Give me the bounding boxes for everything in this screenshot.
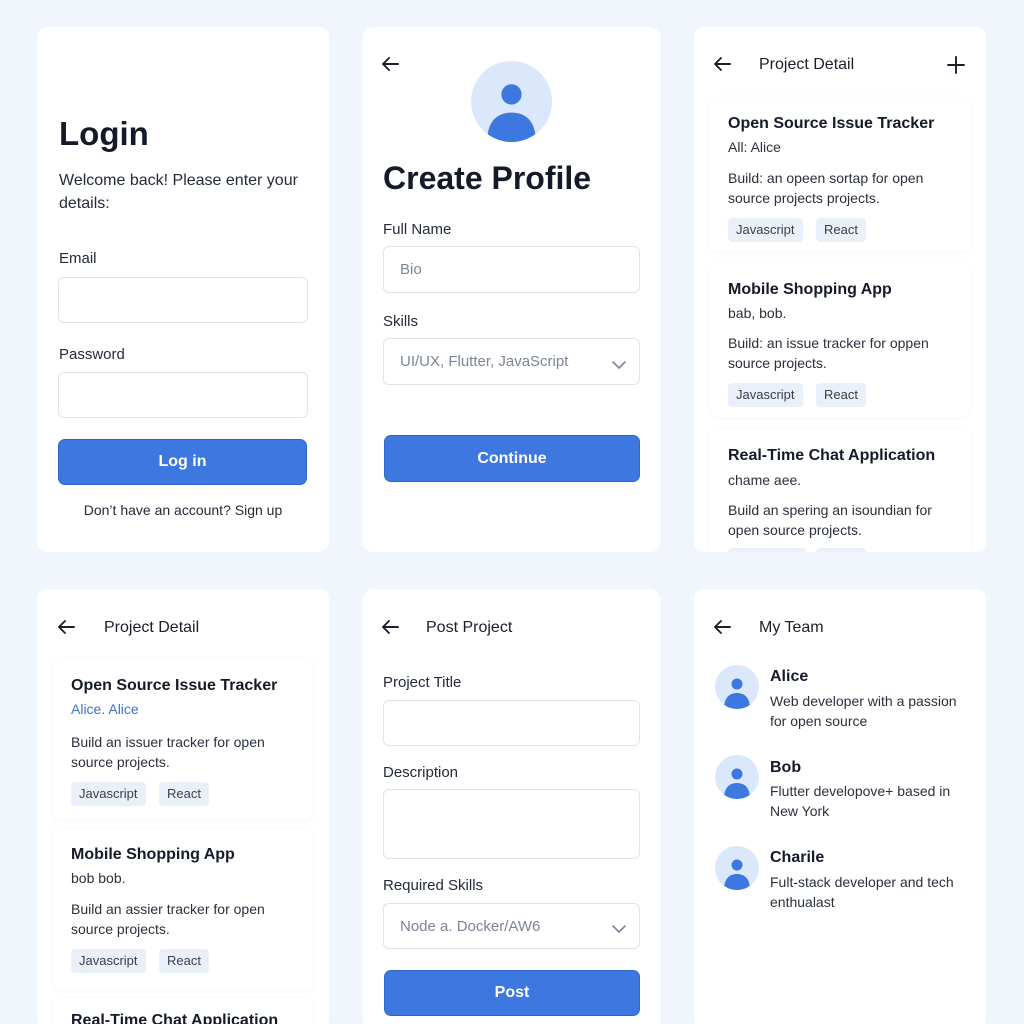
member-bio: Web developer with a passion for open so… [770, 693, 957, 729]
header-title: Post Project [426, 619, 513, 636]
project-title-field[interactable] [383, 700, 640, 746]
user-avatar-icon [715, 846, 759, 890]
project-title: Real-Time Chat Application [728, 447, 936, 464]
project-card[interactable]: Real-Time Chat Application chame aee. Bu… [710, 429, 970, 552]
project-card[interactable]: Real-Time Chat Application [53, 999, 313, 1024]
email-field[interactable] [58, 277, 308, 323]
login-subtitle: Welcome back! Please enter your details: [59, 172, 298, 212]
member-bio: Flutter developove+ based in New York [770, 783, 951, 819]
user-avatar-icon [715, 755, 759, 799]
required-skills-select[interactable]: Node a. Docker/AW6 [383, 903, 640, 949]
project-owner: bab, bob. [728, 305, 787, 321]
tag-javascript: Javascript [728, 218, 803, 242]
project-description: Build: an issue tracker for oppen source… [728, 335, 929, 371]
description-field[interactable] [383, 789, 640, 859]
full-name-field[interactable]: Bio [383, 246, 640, 293]
chevron-down-icon [611, 357, 627, 369]
back-arrow-icon[interactable] [379, 616, 401, 638]
tag-javascript: Javascript [728, 383, 803, 407]
project-owner[interactable]: Alice. Alice [71, 701, 139, 717]
tag [728, 548, 806, 552]
project-title-label: Project Title [383, 674, 462, 691]
project-owner: bob bob. [71, 870, 126, 886]
create-profile-screen: Create Profile Full Name Bio Skills UI/U… [363, 27, 660, 552]
user-avatar-icon[interactable] [471, 61, 552, 142]
tag-react: React [816, 218, 866, 242]
back-arrow-icon[interactable] [379, 53, 401, 75]
project-detail-screen: Project Detail Open Source Issue Tracker… [694, 27, 986, 552]
skills-select[interactable]: UI/UX, Flutter, JavaScript [383, 338, 640, 385]
tag-react: React [159, 949, 209, 973]
full-name-label: Full Name [383, 221, 452, 238]
member-name: Alice [770, 668, 809, 685]
project-title: Open Source Issue Tracker [71, 677, 278, 694]
tag-javascript: Javascript [71, 782, 146, 806]
login-title: Login [59, 115, 149, 152]
project-detail-screen: Project Detail Open Source Issue Tracker… [37, 589, 329, 1024]
member-name: Bob [770, 759, 802, 776]
continue-button[interactable]: Continue [384, 435, 640, 482]
required-skills-label: Required Skills [383, 877, 484, 894]
password-field[interactable] [58, 372, 308, 418]
password-label: Password [59, 346, 125, 363]
email-label: Email [59, 250, 97, 267]
project-title: Real-Time Chat Application [71, 1012, 279, 1024]
login-button[interactable]: Log in [58, 439, 307, 485]
back-arrow-icon[interactable] [711, 616, 733, 638]
project-card[interactable]: Mobile Shopping App bob bob. Build an as… [53, 829, 313, 989]
back-arrow-icon[interactable] [711, 53, 733, 75]
back-arrow-icon[interactable] [55, 616, 77, 638]
description-label: Description [383, 764, 459, 781]
my-team-screen: My Team Alice Web developer with a passi… [694, 589, 986, 1024]
header-title: Project Detail [104, 619, 200, 636]
header-title: Project Detail [759, 56, 855, 73]
chevron-down-icon [611, 921, 627, 933]
member-bio: Fult-stack developer and tech enthualast [770, 874, 954, 910]
post-button[interactable]: Post [384, 970, 640, 1016]
project-card[interactable]: Open Source Issue Tracker Alice. Alice B… [53, 659, 313, 819]
header-title: My Team [759, 619, 824, 636]
project-description: Build: an opeen sortap for open source p… [728, 170, 924, 206]
skills-label: Skills [383, 313, 419, 330]
tag-react: React [159, 782, 209, 806]
post-project-screen: Post Project Project Title Description R… [363, 589, 660, 1024]
project-description: Build an issuer tracker for open source … [71, 734, 265, 770]
member-name: Charile [770, 849, 825, 866]
project-title: Open Source Issue Tracker [728, 115, 935, 132]
project-title: Mobile Shopping App [728, 281, 892, 298]
project-description: Build an assier tracker for open source … [71, 901, 265, 937]
project-owner: chame aee. [728, 472, 802, 488]
skills-select-value: UI/UX, Flutter, JavaScript [400, 353, 569, 370]
tag-javascript: Javascript [71, 949, 146, 973]
signup-link[interactable]: Don’t have an account? Sign up [37, 502, 329, 518]
required-skills-value: Node a. Docker/AW6 [400, 917, 541, 935]
login-screen: Login Welcome back! Please enter your de… [37, 27, 329, 552]
project-title: Mobile Shopping App [71, 846, 235, 863]
user-avatar-icon [715, 665, 759, 709]
project-owner: All: Alice [728, 139, 781, 155]
project-description: Build an spering an isoundian for open s… [728, 502, 932, 538]
profile-title: Create Profile [383, 160, 592, 196]
tag-react: React [816, 383, 866, 407]
project-card[interactable]: Mobile Shopping App bab, bob. Build: an … [710, 263, 970, 417]
project-card[interactable]: Open Source Issue Tracker All: Alice Bui… [710, 97, 970, 251]
tag [816, 548, 866, 552]
plus-icon[interactable] [945, 54, 967, 76]
